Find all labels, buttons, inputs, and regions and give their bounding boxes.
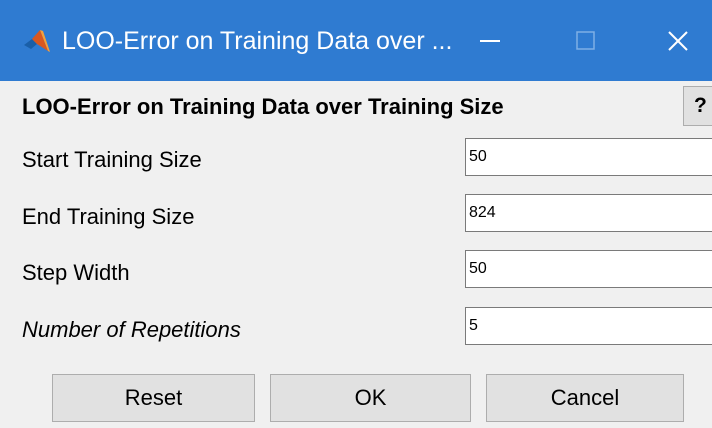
dialog-heading: LOO-Error on Training Data over Training… [22, 94, 504, 119]
end-training-size-input[interactable] [465, 194, 712, 232]
start-training-size-input[interactable] [465, 138, 712, 176]
start-training-size-label: Start Training Size [22, 147, 202, 172]
end-training-size-label: End Training Size [22, 204, 195, 229]
minimize-icon [480, 40, 500, 42]
window-title: LOO-Error on Training Data over ... [62, 27, 453, 55]
matlab-logo-icon [24, 30, 50, 52]
minimize-button[interactable] [460, 18, 520, 64]
close-icon [668, 31, 688, 51]
number-of-repetitions-label: Number of Repetitions [22, 317, 241, 342]
maximize-button[interactable] [556, 18, 616, 64]
maximize-icon [576, 31, 595, 50]
number-of-repetitions-input[interactable] [465, 307, 712, 345]
close-button[interactable] [648, 18, 708, 64]
reset-button[interactable]: Reset [52, 374, 255, 422]
help-button[interactable]: ? [683, 86, 712, 126]
step-width-input[interactable] [465, 250, 712, 288]
ok-button[interactable]: OK [270, 374, 471, 422]
step-width-label: Step Width [22, 260, 130, 285]
cancel-button[interactable]: Cancel [486, 374, 684, 422]
title-bar[interactable]: LOO-Error on Training Data over ... [0, 0, 712, 81]
